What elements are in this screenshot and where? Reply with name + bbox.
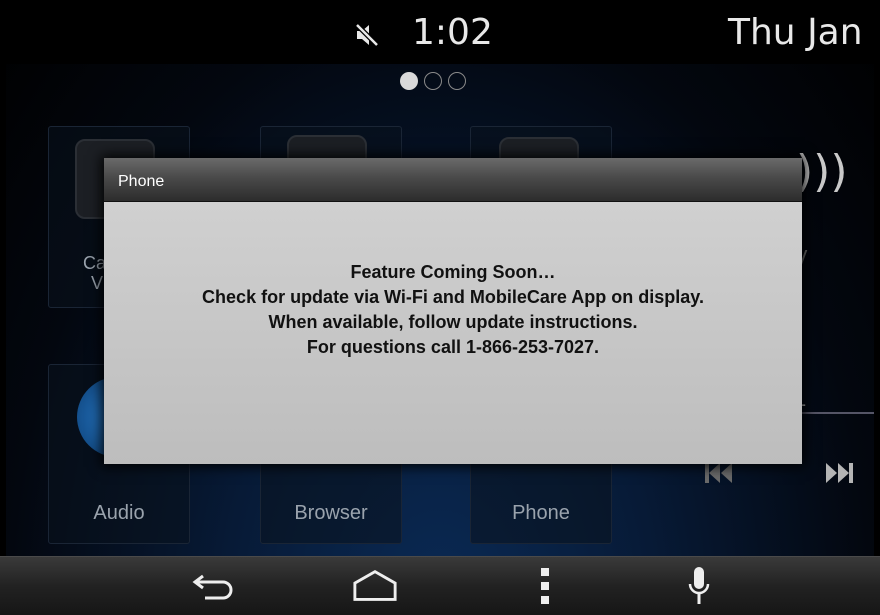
page-dot[interactable] xyxy=(424,72,442,90)
tile-label: Ca xyxy=(83,253,107,273)
dialog-title: Phone xyxy=(104,158,802,202)
date: Thu Jan 1 xyxy=(728,12,874,53)
tile-label-line2: V xyxy=(91,273,104,293)
voice-button[interactable] xyxy=(676,566,722,606)
navigation-bar xyxy=(0,556,880,615)
menu-button[interactable] xyxy=(522,566,568,606)
status-bar: 1:02 Thu Jan 1 xyxy=(6,0,874,64)
page-indicator xyxy=(400,72,466,90)
back-button[interactable] xyxy=(190,566,236,606)
skip-next-icon[interactable] xyxy=(824,460,854,486)
home-screen: 1:02 Thu Jan 1 Ca V Audio Browser Phone … xyxy=(6,0,874,556)
tile-label-audio: Audio xyxy=(93,502,145,524)
home-icon xyxy=(353,569,397,601)
home-button[interactable] xyxy=(352,566,398,606)
progress-line xyxy=(790,412,874,414)
dialog-message-line: For questions call 1-866-253-7027. xyxy=(306,337,600,357)
dialog-message-line: Feature Coming Soon… xyxy=(350,262,556,282)
signal-icon: ))) xyxy=(796,146,848,197)
clock: 1:02 xyxy=(412,12,493,53)
dialog-message-line: When available, follow update instructio… xyxy=(268,312,638,332)
microphone-icon xyxy=(688,567,710,604)
speaker-muted-icon xyxy=(354,22,380,48)
tile-label-phone: Phone xyxy=(512,502,570,524)
dialog-message-line: Check for update via Wi-Fi and MobileCar… xyxy=(202,287,704,307)
page-dot[interactable] xyxy=(448,72,466,90)
tile-label-browser: Browser xyxy=(294,502,368,524)
dialog-body: Feature Coming Soon… Check for update vi… xyxy=(104,202,802,464)
feature-coming-soon-dialog[interactable]: Phone Feature Coming Soon… Check for upd… xyxy=(104,158,802,464)
back-arrow-icon xyxy=(192,574,233,600)
menu-dots-icon xyxy=(541,568,549,604)
page-dot-active[interactable] xyxy=(400,72,418,90)
